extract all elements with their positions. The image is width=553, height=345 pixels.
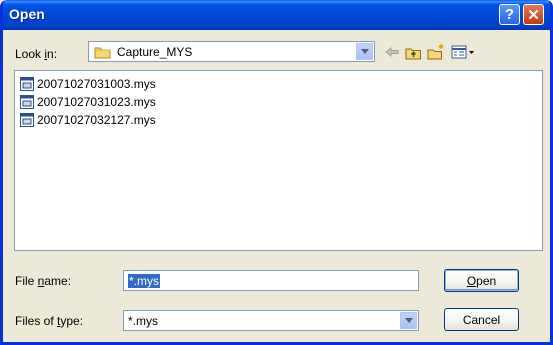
help-icon: ? [504, 6, 515, 23]
mys-file-icon [20, 95, 34, 109]
file-name-input[interactable]: *.mys [123, 270, 419, 291]
folder-icon [94, 45, 112, 62]
title-bar[interactable]: Open ? ✕ [3, 0, 550, 30]
close-button[interactable]: ✕ [523, 4, 544, 25]
window-title: Open [9, 6, 45, 22]
files-of-type-label: Files of type: [15, 314, 84, 328]
file-name-value: *.mys [128, 274, 160, 288]
chevron-down-icon[interactable] [356, 43, 373, 60]
look-in-label: Look in: [15, 47, 58, 61]
look-in-value: Capture_MYS [117, 45, 193, 59]
look-in-dropdown[interactable]: Capture_MYS [88, 41, 375, 62]
open-dialog: Open ? ✕ Look in: Capture_MYS 2007102703… [0, 0, 553, 345]
file-name: 20071027031003.mys [37, 77, 156, 91]
help-button[interactable]: ? [499, 4, 520, 25]
file-name-label: File name: [15, 274, 72, 288]
new-folder-icon[interactable] [427, 43, 445, 61]
mys-file-icon [20, 77, 34, 91]
file-item[interactable]: 20071027031023.mys [20, 94, 156, 110]
file-item[interactable]: 20071027032127.mys [20, 112, 156, 128]
back-arrow-icon[interactable] [383, 43, 401, 61]
open-button[interactable]: Open [444, 269, 519, 292]
files-of-type-dropdown[interactable]: *.mys [123, 310, 419, 331]
files-of-type-value: *.mys [128, 314, 158, 328]
mys-file-icon [20, 113, 34, 127]
up-one-level-icon[interactable] [404, 43, 422, 61]
file-list[interactable]: 20071027031003.mys 20071027031023.mys 20… [14, 70, 543, 251]
cancel-button[interactable]: Cancel [444, 308, 519, 331]
close-icon: ✕ [527, 6, 540, 24]
file-item[interactable]: 20071027031003.mys [20, 76, 156, 92]
chevron-down-icon[interactable] [400, 312, 417, 329]
file-name: 20071027031023.mys [37, 95, 156, 109]
file-name: 20071027032127.mys [37, 113, 156, 127]
views-menu-icon[interactable] [450, 43, 476, 61]
